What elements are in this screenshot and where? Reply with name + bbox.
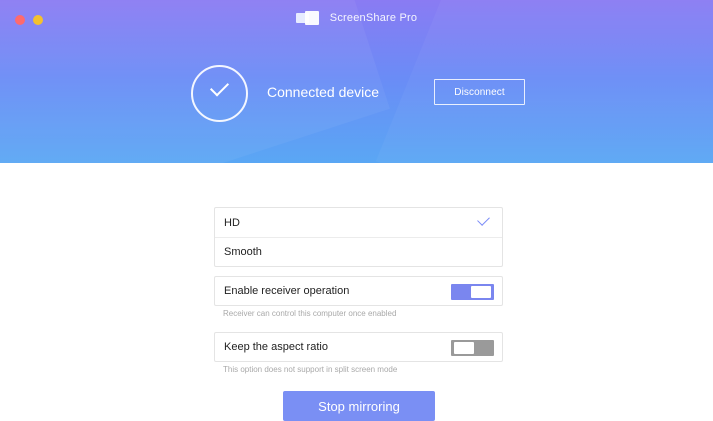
receiver-operation-toggle[interactable] — [451, 284, 494, 300]
connected-device-label: Connected device — [267, 84, 380, 100]
receiver-operation-label: Enable receiver operation — [224, 285, 350, 297]
aspect-ratio-setting: Keep the aspect ratio — [214, 332, 503, 362]
check-icon — [477, 213, 490, 226]
stop-mirroring-button[interactable]: Stop mirroring — [283, 391, 435, 421]
header: ScreenShare Pro Connected device Disconn… — [0, 0, 713, 163]
receiver-operation-setting: Enable receiver operation — [214, 276, 503, 306]
titlebar: ScreenShare Pro — [0, 11, 713, 25]
screen-share-icon — [295, 11, 320, 25]
screenshare-window: ScreenShare Pro Connected device Disconn… — [0, 0, 713, 421]
quality-option-hd[interactable]: HD — [215, 208, 502, 237]
check-circle-icon — [191, 65, 248, 122]
aspect-ratio-toggle[interactable] — [451, 340, 494, 356]
quality-option-smooth[interactable]: Smooth — [215, 237, 502, 266]
quality-option-label: HD — [224, 216, 240, 229]
aspect-ratio-label: Keep the aspect ratio — [224, 341, 328, 353]
receiver-operation-caption: Receiver can control this computer once … — [223, 309, 397, 318]
window-title: ScreenShare Pro — [329, 12, 418, 24]
disconnect-button[interactable]: Disconnect — [434, 79, 525, 105]
quality-options: HD Smooth — [214, 207, 503, 267]
aspect-ratio-caption: This option does not support in split sc… — [223, 365, 398, 374]
quality-option-label: Smooth — [224, 246, 262, 258]
